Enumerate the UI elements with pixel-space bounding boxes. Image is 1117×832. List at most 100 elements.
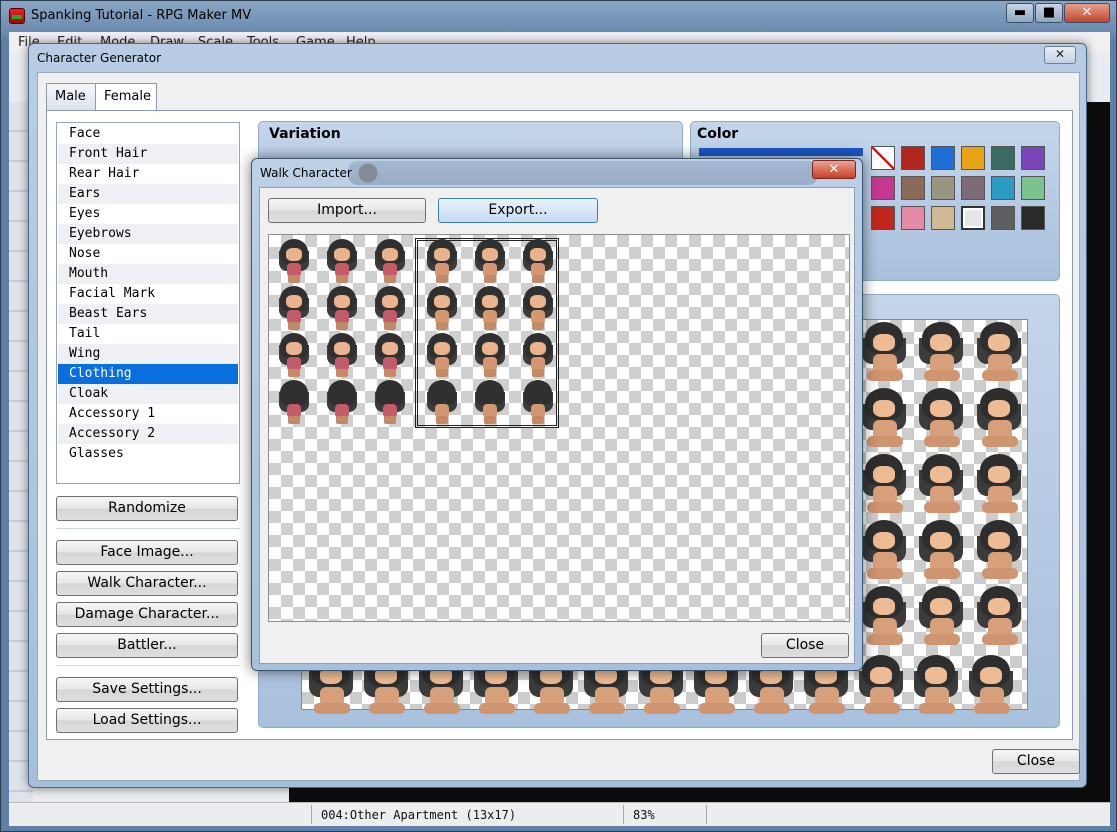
main-titlebar: Spanking Tutorial - RPG Maker MV ▬ ■ ✕ — [1, 1, 1116, 31]
battler-sprite — [972, 586, 1026, 648]
list-item[interactable]: Eyes — [58, 204, 238, 224]
color-swatch[interactable] — [1021, 206, 1045, 230]
list-item[interactable]: Eyebrows — [58, 224, 238, 244]
battler-sprite — [972, 388, 1026, 450]
list-item[interactable]: Tail — [58, 324, 238, 344]
dialog-title: Character Generator — [37, 51, 161, 65]
color-label: Color — [697, 126, 739, 142]
walk-character-window: Walk Character ✕ Import... Export... Clo… — [251, 158, 863, 671]
dialog-body: Import... Export... Close — [259, 187, 855, 664]
status-zoom: 83% — [633, 808, 655, 822]
tab-male[interactable]: Male — [46, 83, 96, 110]
battler-sprite — [914, 586, 968, 648]
color-swatch[interactable] — [991, 206, 1015, 230]
walk-sprite — [274, 239, 314, 285]
battler-sprite — [914, 322, 968, 384]
walk-sprite — [322, 286, 362, 332]
color-swatch[interactable] — [871, 176, 895, 200]
walk-sprite — [518, 239, 558, 285]
walk-sprite — [322, 239, 362, 285]
battler-sprite — [964, 655, 1018, 717]
color-swatch[interactable] — [871, 206, 895, 230]
walk-sprite — [370, 286, 410, 332]
walk-sprite — [470, 333, 510, 379]
status-map: 004:Other Apartment (13x17) — [321, 808, 517, 822]
app-icon — [9, 8, 25, 24]
close-icon[interactable]: ✕ — [812, 160, 856, 179]
status-separator — [311, 805, 312, 824]
battler-sprite — [972, 322, 1026, 384]
list-item[interactable]: Glasses — [58, 444, 238, 464]
main-title: Spanking Tutorial - RPG Maker MV — [31, 8, 252, 23]
color-swatch[interactable] — [1021, 146, 1045, 170]
list-item[interactable]: Front Hair — [58, 144, 238, 164]
walk-sprite — [422, 286, 462, 332]
load-settings-button[interactable]: Load Settings... — [56, 708, 238, 733]
close-button[interactable]: Close — [761, 633, 849, 658]
tab-female[interactable]: Female — [95, 83, 157, 111]
color-swatch[interactable] — [931, 146, 955, 170]
battler-sprite — [972, 520, 1026, 582]
randomize-button[interactable]: Randomize — [56, 496, 238, 521]
maximize-button[interactable]: ■ — [1035, 3, 1063, 23]
color-swatch[interactable] — [991, 176, 1015, 200]
list-item[interactable]: Nose — [58, 244, 238, 264]
export-button[interactable]: Export... — [438, 198, 598, 223]
color-gradient-bar[interactable] — [699, 148, 863, 156]
walk-sprite — [274, 286, 314, 332]
titlebar-glass — [348, 161, 818, 185]
battler-sprite — [909, 655, 963, 717]
color-swatch[interactable] — [871, 146, 895, 170]
list-item[interactable]: Ears — [58, 184, 238, 204]
minimize-button[interactable]: ▬ — [1006, 3, 1034, 23]
list-item[interactable]: Wing — [58, 344, 238, 364]
color-swatch[interactable] — [931, 206, 955, 230]
list-item[interactable]: Mouth — [58, 264, 238, 284]
list-item[interactable]: Accessory 2 — [58, 424, 238, 444]
list-item[interactable]: Accessory 1 — [58, 404, 238, 424]
battler-sprite — [857, 586, 911, 648]
walk-sprite — [370, 239, 410, 285]
walk-sprite-canvas — [268, 234, 850, 622]
list-item-selected[interactable]: Clothing — [58, 364, 238, 384]
walk-character-button[interactable]: Walk Character... — [56, 571, 238, 596]
battler-sprite — [857, 520, 911, 582]
damage-character-button[interactable]: Damage Character... — [56, 602, 238, 627]
walk-sprite — [422, 333, 462, 379]
walk-sprite — [422, 239, 462, 285]
battler-sprite — [857, 322, 911, 384]
status-bar: 004:Other Apartment (13x17) 83% — [9, 802, 1110, 826]
divider — [56, 665, 240, 666]
battler-sprite — [972, 454, 1026, 516]
color-swatch[interactable] — [901, 206, 925, 230]
close-button[interactable]: Close — [992, 749, 1080, 774]
battler-sprite — [857, 388, 911, 450]
face-image-button[interactable]: Face Image... — [56, 540, 238, 565]
color-swatch[interactable] — [961, 206, 985, 230]
list-item[interactable]: Face — [58, 124, 238, 144]
color-swatch[interactable] — [931, 176, 955, 200]
import-button[interactable]: Import... — [268, 198, 426, 223]
color-swatch[interactable] — [961, 176, 985, 200]
color-swatch[interactable] — [961, 146, 985, 170]
save-settings-button[interactable]: Save Settings... — [56, 677, 238, 702]
color-swatch[interactable] — [901, 176, 925, 200]
color-swatch[interactable] — [901, 146, 925, 170]
walk-sprite — [422, 380, 462, 426]
status-separator — [623, 805, 624, 824]
color-swatch[interactable] — [1021, 176, 1045, 200]
battler-button[interactable]: Battler... — [56, 633, 238, 658]
divider — [56, 528, 240, 529]
walk-sprite — [470, 286, 510, 332]
list-item[interactable]: Rear Hair — [58, 164, 238, 184]
list-item[interactable]: Beast Ears — [58, 304, 238, 324]
close-icon[interactable]: ✕ — [1044, 46, 1076, 64]
walk-sprite — [274, 333, 314, 379]
close-window-button[interactable]: ✕ — [1064, 3, 1110, 23]
color-swatch[interactable] — [991, 146, 1015, 170]
walk-sprite — [518, 380, 558, 426]
list-item[interactable]: Cloak — [58, 384, 238, 404]
walk-sprite — [470, 380, 510, 426]
list-item[interactable]: Facial Mark — [58, 284, 238, 304]
dialog-title: Walk Character — [260, 166, 352, 180]
